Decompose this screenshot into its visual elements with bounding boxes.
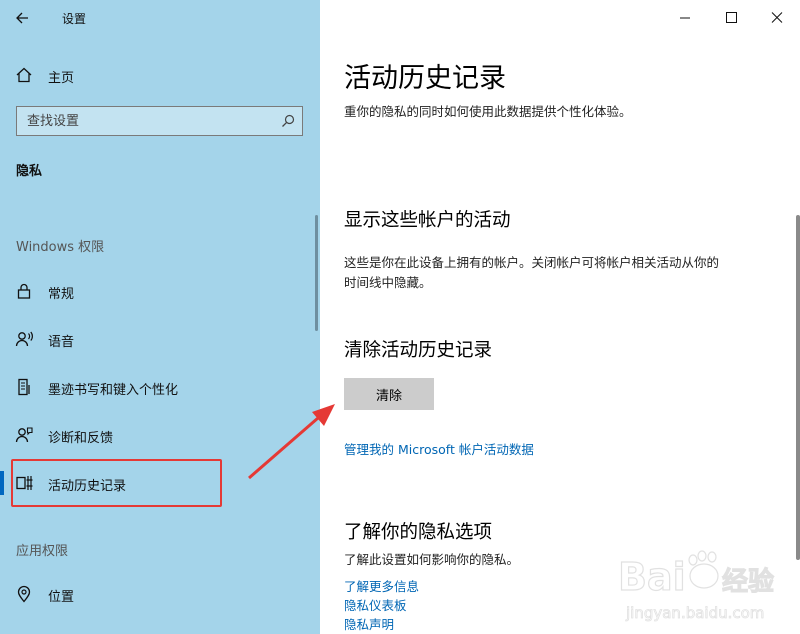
- sidebar-item-speech[interactable]: 语音: [0, 319, 320, 359]
- privacy-options-description: 了解此设置如何影响你的隐私。: [344, 552, 520, 567]
- home-icon: [16, 67, 32, 83]
- privacy-statement-link[interactable]: 隐私声明: [344, 614, 394, 633]
- intro-text: 重你的隐私的同时如何使用此数据提供个性化体验。: [344, 104, 632, 119]
- ink-icon: [18, 378, 30, 396]
- feedback-icon: [15, 427, 33, 443]
- watermark-brand: Bai: [618, 555, 686, 599]
- intro-text-clipped: [344, 88, 784, 100]
- back-button[interactable]: [8, 4, 38, 32]
- sidebar-item-location[interactable]: 位置: [0, 574, 320, 614]
- sidebar-item-general[interactable]: 常规: [0, 271, 320, 311]
- minimize-icon: [680, 17, 690, 19]
- close-button[interactable]: [754, 0, 800, 36]
- clear-button[interactable]: 清除: [344, 378, 434, 410]
- location-icon: [17, 585, 31, 603]
- sidebar-item-label: 位置: [48, 590, 75, 605]
- content-scrollbar[interactable]: [796, 215, 800, 560]
- sidebar-item-label: 墨迹书写和键入个性化: [48, 383, 179, 398]
- privacy-options-heading: 了解你的隐私选项: [344, 522, 493, 543]
- app-title: 设置: [62, 12, 87, 26]
- learn-more-link[interactable]: 了解更多信息: [344, 576, 419, 595]
- maximize-button[interactable]: [708, 0, 754, 36]
- manage-microsoft-account-link[interactable]: 管理我的 Microsoft 帐户活动数据: [344, 439, 534, 458]
- back-arrow-icon: [16, 12, 28, 24]
- privacy-dashboard-link[interactable]: 隐私仪表板: [344, 595, 407, 614]
- sidebar-item-diagnostics-feedback[interactable]: 诊断和反馈: [0, 415, 320, 455]
- sidebar-scrollbar[interactable]: [315, 215, 318, 331]
- speech-icon: [15, 331, 33, 347]
- accounts-heading: 显示这些帐户的活动: [344, 210, 511, 231]
- sidebar-item-home[interactable]: 主页: [0, 55, 320, 95]
- accounts-description-line1: 这些是你在此设备上拥有的帐户。关闭帐户可将帐户相关活动从你的: [344, 255, 720, 270]
- maximize-icon: [726, 12, 737, 23]
- sidebar-item-inking-typing[interactable]: 墨迹书写和键入个性化: [0, 367, 320, 407]
- clear-history-heading: 清除活动历史记录: [344, 340, 493, 361]
- sidebar-item-label: 常规: [48, 287, 75, 302]
- group-label-windows-permissions: Windows 权限: [16, 240, 105, 255]
- content-pane: 活动历史记录 重你的隐私的同时如何使用此数据提供个性化体验。 显示这些帐户的活动…: [320, 0, 800, 634]
- baidu-watermark-logo: Bai 经验 jingyan.baidu.com: [617, 550, 775, 622]
- title-bar-left: 设置: [0, 0, 320, 36]
- close-icon: [771, 12, 783, 23]
- watermark-url: jingyan.baidu.com: [625, 604, 764, 622]
- section-heading-privacy: 隐私: [16, 164, 43, 179]
- search-box: [16, 106, 303, 136]
- sidebar-item-label: 语音: [48, 335, 75, 350]
- lock-icon: [17, 283, 31, 299]
- sidebar-item-label: 诊断和反馈: [48, 431, 114, 446]
- minimize-button[interactable]: [662, 0, 708, 36]
- sidebar-item-label: 主页: [48, 71, 75, 86]
- group-label-app-permissions: 应用权限: [16, 544, 69, 559]
- search-input[interactable]: [17, 107, 272, 135]
- watermark-brand-suffix: 经验: [722, 566, 774, 597]
- accounts-description-line2: 时间线中隐藏。: [344, 275, 432, 290]
- search-icon[interactable]: [280, 113, 296, 129]
- settings-sidebar: 设置 主页 隐私 Windows 权限 常规 语音: [0, 0, 320, 634]
- annotation-highlight-box: [11, 459, 222, 507]
